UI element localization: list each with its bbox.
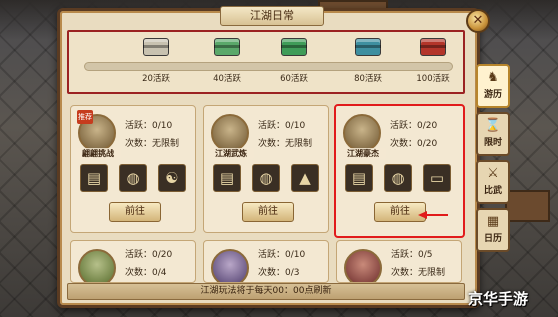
milestone-40[interactable]: 40活跃: [197, 38, 257, 84]
tab-label: 游历: [483, 90, 502, 100]
activity-points: 活跃：0/10: [125, 121, 173, 131]
activity-count: 次数：无限制: [391, 268, 446, 278]
silver-ore-icon[interactable]: ◍: [384, 164, 412, 192]
hourglass-icon: ⌛: [484, 118, 502, 133]
reward-chest-icon[interactable]: [355, 38, 381, 56]
activity-card-challenge: 推荐 翩翩挑战 活跃：0/10 次数：无限制 ▤ ◍ ☯ 前往: [70, 105, 196, 233]
milestone-label: 20活跃: [142, 74, 170, 84]
activity-portrait: [211, 114, 249, 152]
reward-chest-icon[interactable]: [214, 38, 240, 56]
activity-count: 次数：0/20: [390, 139, 438, 149]
tab-calendar[interactable]: ▦ 日历: [476, 208, 510, 252]
calendar-icon: ▦: [486, 214, 500, 229]
milestone-100[interactable]: 100活跃: [403, 38, 463, 84]
milestone-label: 100活跃: [416, 74, 450, 84]
tab-label: 日历: [483, 234, 502, 244]
activity-count: 次数：无限制: [258, 139, 313, 149]
go-button[interactable]: 前往: [109, 202, 161, 222]
scroll-icon[interactable]: ▭: [423, 164, 451, 192]
swords-icon: ⚔: [487, 166, 499, 181]
pointer-arrow-icon: [418, 211, 448, 219]
book-icon[interactable]: ▤: [345, 164, 373, 192]
silver-ore-icon[interactable]: ◍: [252, 164, 280, 192]
tab-label: 限时: [483, 138, 502, 148]
activity-portrait: [78, 249, 116, 282]
milestone-20[interactable]: 20活跃: [126, 38, 186, 84]
milestone-80[interactable]: 80活跃: [338, 38, 398, 84]
close-icon[interactable]: ✕: [466, 9, 490, 33]
silver-ore-icon[interactable]: ◍: [119, 164, 147, 192]
refresh-notice: 江湖玩法将于每天00：00点刷新: [67, 283, 465, 300]
tab-limited[interactable]: ⌛ 限时: [476, 112, 510, 156]
go-button[interactable]: 前往: [242, 202, 294, 222]
panel-title: 江湖日常: [220, 6, 324, 26]
reward-chest-icon[interactable]: [420, 38, 446, 56]
activity-points: 活跃：0/20: [390, 121, 438, 131]
activity-points: 活跃：0/10: [258, 121, 306, 131]
activity-points: 活跃：0/5: [391, 250, 433, 260]
tab-label: 比武: [483, 186, 502, 196]
activity-card-training: 江湖武炼 活跃：0/10 次数：无限制 ▤ ◍ ▲ 前往: [203, 105, 329, 233]
horse-icon: ♞: [487, 70, 499, 85]
activity-points: 活跃：0/20: [125, 250, 173, 260]
activity-name: 翩翩挑战: [75, 148, 121, 159]
activity-count: 次数：0/4: [125, 268, 167, 278]
activity-card: 活跃：0/10 次数：0/3: [203, 240, 329, 283]
book-icon[interactable]: ▤: [80, 164, 108, 192]
reward-chest-icon[interactable]: [281, 38, 307, 56]
milestone-label: 60活跃: [280, 74, 308, 84]
milestone-label: 80活跃: [354, 74, 382, 84]
activity-card: 活跃：0/20 次数：0/4: [70, 240, 196, 283]
activity-portrait: [344, 249, 382, 282]
background-crate: [505, 190, 550, 222]
milestone-60[interactable]: 60活跃: [264, 38, 324, 84]
activity-count: 次数：无限制: [125, 139, 180, 149]
activity-card: 活跃：0/5 次数：无限制: [336, 240, 462, 283]
tab-travel[interactable]: ♞ 游历: [476, 64, 510, 108]
activity-count: 次数：0/3: [258, 268, 300, 278]
yin-yang-icon[interactable]: ☯: [158, 164, 186, 192]
tab-duel[interactable]: ⚔ 比武: [476, 160, 510, 204]
recommend-badge: 推荐: [77, 110, 93, 124]
iron-ore-icon[interactable]: ▲: [291, 164, 319, 192]
activity-portrait: [211, 249, 249, 282]
book-icon[interactable]: ▤: [213, 164, 241, 192]
site-watermark: 京华手游: [468, 290, 529, 308]
activity-name: 江湖武炼: [208, 148, 254, 159]
activity-points: 活跃：0/10: [258, 250, 306, 260]
milestone-label: 40活跃: [213, 74, 241, 84]
reward-chest-icon[interactable]: [143, 38, 169, 56]
activity-portrait: [343, 114, 381, 152]
activity-name: 江湖豪杰: [340, 148, 386, 159]
